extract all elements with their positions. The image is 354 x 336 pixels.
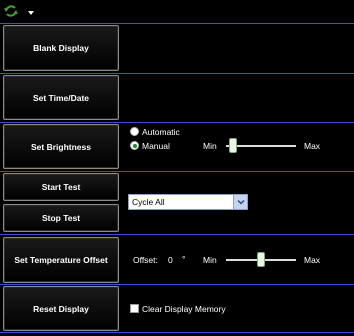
set-brightness-button[interactable]: Set Brightness bbox=[3, 124, 119, 169]
radio-manual[interactable] bbox=[130, 141, 139, 150]
row-separator bbox=[0, 23, 354, 24]
radio-automatic[interactable] bbox=[130, 127, 139, 136]
radio-automatic-label: Automatic bbox=[142, 127, 180, 137]
row-separator bbox=[0, 122, 354, 123]
set-time-date-button[interactable]: Set Time/Date bbox=[3, 75, 119, 120]
stop-test-button[interactable]: Stop Test bbox=[3, 204, 119, 232]
reset-display-button[interactable]: Reset Display bbox=[3, 286, 119, 331]
radio-automatic-circle[interactable] bbox=[130, 127, 139, 136]
offset-label: Offset: bbox=[133, 255, 158, 265]
offset-max-label: Max bbox=[304, 255, 321, 265]
set-temperature-offset-button[interactable]: Set Temperature Offset bbox=[3, 237, 119, 283]
test-pattern-select[interactable]: Cycle All bbox=[128, 194, 248, 210]
blank-display-button[interactable]: Blank Display bbox=[3, 25, 119, 71]
row-separator bbox=[0, 73, 354, 74]
offset-slider-thumb[interactable] bbox=[257, 252, 265, 267]
clear-memory-label: Clear Display Memory bbox=[142, 304, 226, 314]
radio-manual-label: Manual bbox=[142, 141, 170, 151]
offset-value: 0 bbox=[168, 255, 173, 265]
start-test-button[interactable]: Start Test bbox=[3, 173, 119, 201]
clear-memory-checkbox[interactable] bbox=[130, 304, 139, 313]
row-separator bbox=[0, 171, 354, 172]
test-pattern-select-value: Cycle All bbox=[132, 197, 165, 207]
refresh-icon[interactable] bbox=[4, 4, 18, 18]
offset-min-label: Min bbox=[203, 255, 217, 265]
brightness-max-label: Max bbox=[304, 141, 321, 151]
brightness-min-label: Min bbox=[203, 141, 217, 151]
select-dropdown-button[interactable] bbox=[233, 195, 247, 209]
chevron-down-icon bbox=[237, 199, 245, 205]
top-toolbar bbox=[0, 0, 354, 22]
offset-unit: ° bbox=[182, 254, 186, 264]
row-separator bbox=[0, 332, 354, 333]
row-separator bbox=[0, 234, 354, 235]
chevron-down-icon[interactable] bbox=[28, 11, 34, 15]
row-separator bbox=[0, 284, 354, 285]
brightness-slider-thumb[interactable] bbox=[229, 138, 238, 153]
radio-manual-circle[interactable] bbox=[130, 141, 139, 150]
